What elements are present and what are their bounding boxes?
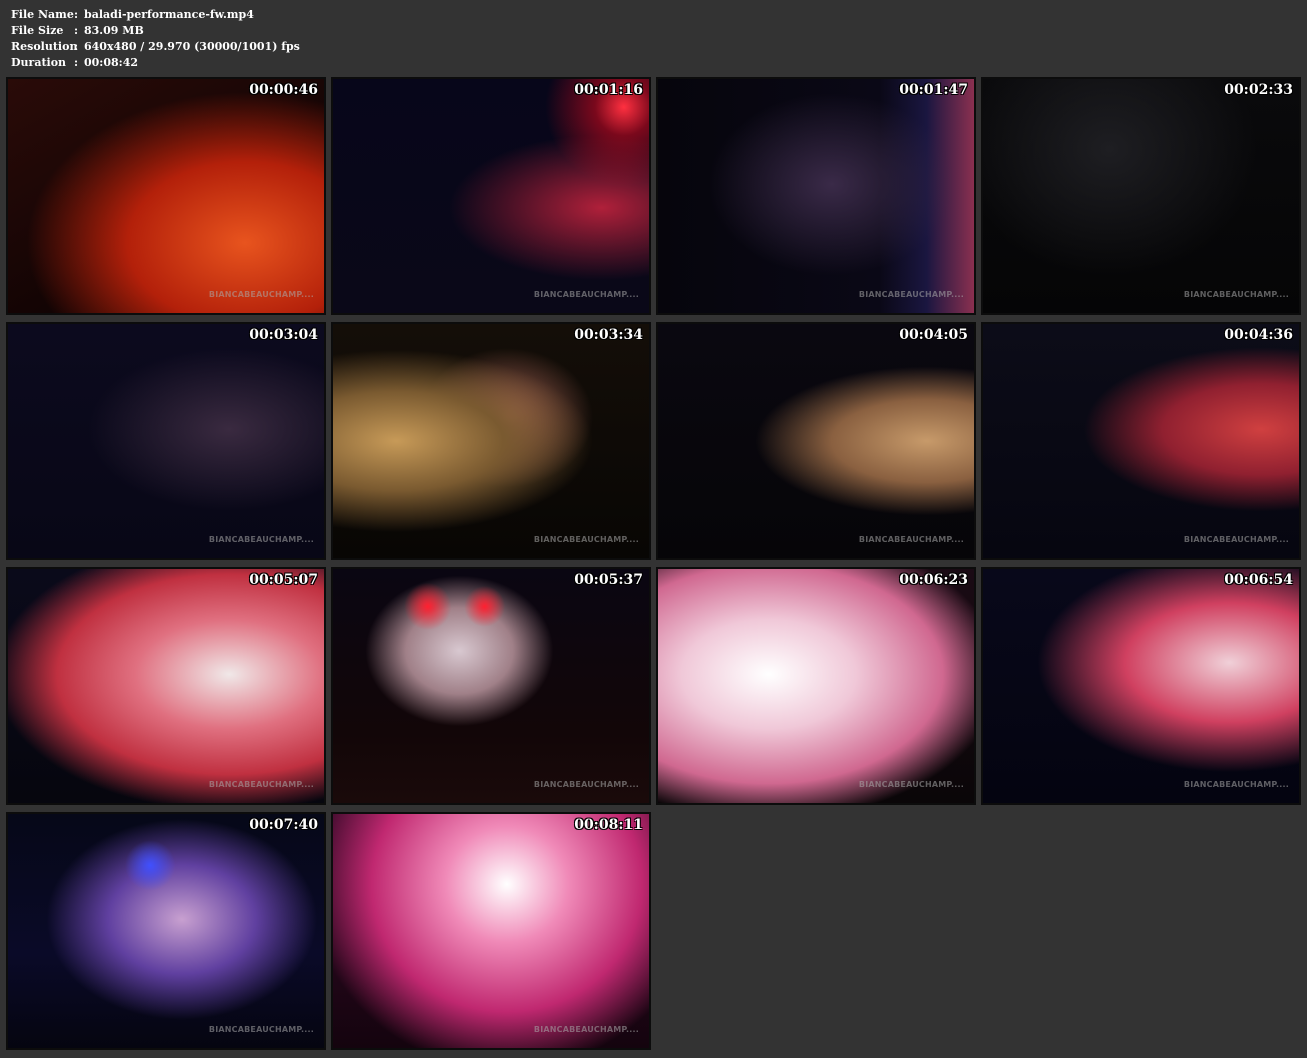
meta-value: baladi-performance-fw.mp4 bbox=[84, 8, 254, 21]
meta-key: File Name bbox=[11, 8, 74, 21]
meta-key: Resolution bbox=[11, 40, 78, 53]
video-thumbnail: 00:03:34 BIANCABEAUCHAMP.... bbox=[331, 322, 651, 560]
thumbnail-watermark: BIANCABEAUCHAMP.... bbox=[533, 780, 639, 789]
thumbnail-timestamp: 00:04:05 bbox=[899, 327, 968, 343]
video-thumbnail: 00:03:04 BIANCABEAUCHAMP.... bbox=[6, 322, 326, 560]
thumbnail-watermark: BIANCABEAUCHAMP.... bbox=[858, 290, 964, 299]
meta-value: 640x480 / 29.970 (30000/1001) fps bbox=[84, 40, 300, 53]
meta-separator: : bbox=[74, 56, 79, 69]
video-thumbnail: 00:08:11 BIANCABEAUCHAMP.... bbox=[331, 812, 651, 1050]
thumbnail-watermark: BIANCABEAUCHAMP.... bbox=[1183, 535, 1289, 544]
thumbnail-image bbox=[8, 79, 324, 313]
video-thumbnail: 00:02:33 BIANCABEAUCHAMP.... bbox=[981, 77, 1301, 315]
thumbnail-watermark: BIANCABEAUCHAMP.... bbox=[1183, 780, 1289, 789]
video-thumbnail: 00:05:07 BIANCABEAUCHAMP.... bbox=[6, 567, 326, 805]
meta-separator: : bbox=[74, 8, 79, 21]
thumbnail-timestamp: 00:03:34 bbox=[574, 327, 643, 343]
video-thumbnail: 00:00:46 BIANCABEAUCHAMP.... bbox=[6, 77, 326, 315]
thumbnail-watermark: BIANCABEAUCHAMP.... bbox=[208, 535, 314, 544]
thumbnail-timestamp: 00:05:37 bbox=[574, 572, 643, 588]
thumbnail-image bbox=[8, 569, 324, 803]
thumbnail-image bbox=[333, 324, 649, 558]
thumbnail-image bbox=[658, 324, 974, 558]
file-size-row: File Size : 83.09 MB bbox=[11, 23, 300, 39]
resolution-row: Resolution : 640x480 / 29.970 (30000/100… bbox=[11, 39, 300, 55]
video-thumbnail: 00:01:47 BIANCABEAUCHAMP.... bbox=[656, 77, 976, 315]
file-name-row: File Name : baladi-performance-fw.mp4 bbox=[11, 7, 300, 23]
thumbnail-image bbox=[8, 324, 324, 558]
thumbnail-image bbox=[333, 79, 649, 313]
thumbnail-watermark: BIANCABEAUCHAMP.... bbox=[533, 1025, 639, 1034]
thumbnail-timestamp: 00:04:36 bbox=[1224, 327, 1293, 343]
video-thumbnail: 00:05:37 BIANCABEAUCHAMP.... bbox=[331, 567, 651, 805]
video-thumbnail: 00:04:05 BIANCABEAUCHAMP.... bbox=[656, 322, 976, 560]
thumbnail-image bbox=[8, 814, 324, 1048]
thumbnail-timestamp: 00:01:16 bbox=[574, 82, 643, 98]
video-thumbnail: 00:07:40 BIANCABEAUCHAMP.... bbox=[6, 812, 326, 1050]
thumbnail-timestamp: 00:01:47 bbox=[899, 82, 968, 98]
thumbnail-watermark: BIANCABEAUCHAMP.... bbox=[1183, 290, 1289, 299]
video-thumbnail: 00:04:36 BIANCABEAUCHAMP.... bbox=[981, 322, 1301, 560]
thumbnail-timestamp: 00:02:33 bbox=[1224, 82, 1293, 98]
meta-value: 83.09 MB bbox=[84, 24, 144, 37]
thumbnail-image bbox=[658, 79, 974, 313]
meta-key: Duration bbox=[11, 56, 67, 69]
thumbnail-timestamp: 00:07:40 bbox=[249, 817, 318, 833]
file-info: File Name : baladi-performance-fw.mp4 Fi… bbox=[11, 7, 300, 71]
thumbnail-image bbox=[983, 569, 1299, 803]
thumbnail-timestamp: 00:05:07 bbox=[249, 572, 318, 588]
thumbnail-timestamp: 00:08:11 bbox=[574, 817, 643, 833]
thumbnail-watermark: BIANCABEAUCHAMP.... bbox=[208, 1025, 314, 1034]
thumbnail-watermark: BIANCABEAUCHAMP.... bbox=[208, 780, 314, 789]
duration-row: Duration : 00:08:42 bbox=[11, 55, 300, 71]
thumbnail-image bbox=[658, 569, 974, 803]
thumbnail-watermark: BIANCABEAUCHAMP.... bbox=[533, 290, 639, 299]
thumbnail-image bbox=[333, 814, 649, 1048]
video-thumbnail: 00:01:16 BIANCABEAUCHAMP.... bbox=[331, 77, 651, 315]
video-thumbnail: 00:06:23 BIANCABEAUCHAMP.... bbox=[656, 567, 976, 805]
video-thumbnail: 00:06:54 BIANCABEAUCHAMP.... bbox=[981, 567, 1301, 805]
thumbnail-image bbox=[983, 324, 1299, 558]
meta-separator: : bbox=[74, 40, 79, 53]
thumbnail-watermark: BIANCABEAUCHAMP.... bbox=[858, 535, 964, 544]
thumbnail-timestamp: 00:06:23 bbox=[899, 572, 968, 588]
thumbnail-image bbox=[983, 79, 1299, 313]
thumbnail-image bbox=[333, 569, 649, 803]
thumbnail-watermark: BIANCABEAUCHAMP.... bbox=[208, 290, 314, 299]
thumbnail-watermark: BIANCABEAUCHAMP.... bbox=[533, 535, 639, 544]
thumbnail-timestamp: 00:06:54 bbox=[1224, 572, 1293, 588]
meta-key: File Size bbox=[11, 24, 64, 37]
thumbnail-watermark: BIANCABEAUCHAMP.... bbox=[858, 780, 964, 789]
meta-separator: : bbox=[74, 24, 79, 37]
thumbnail-timestamp: 00:03:04 bbox=[249, 327, 318, 343]
meta-value: 00:08:42 bbox=[84, 56, 139, 69]
thumbnail-timestamp: 00:00:46 bbox=[249, 82, 318, 98]
